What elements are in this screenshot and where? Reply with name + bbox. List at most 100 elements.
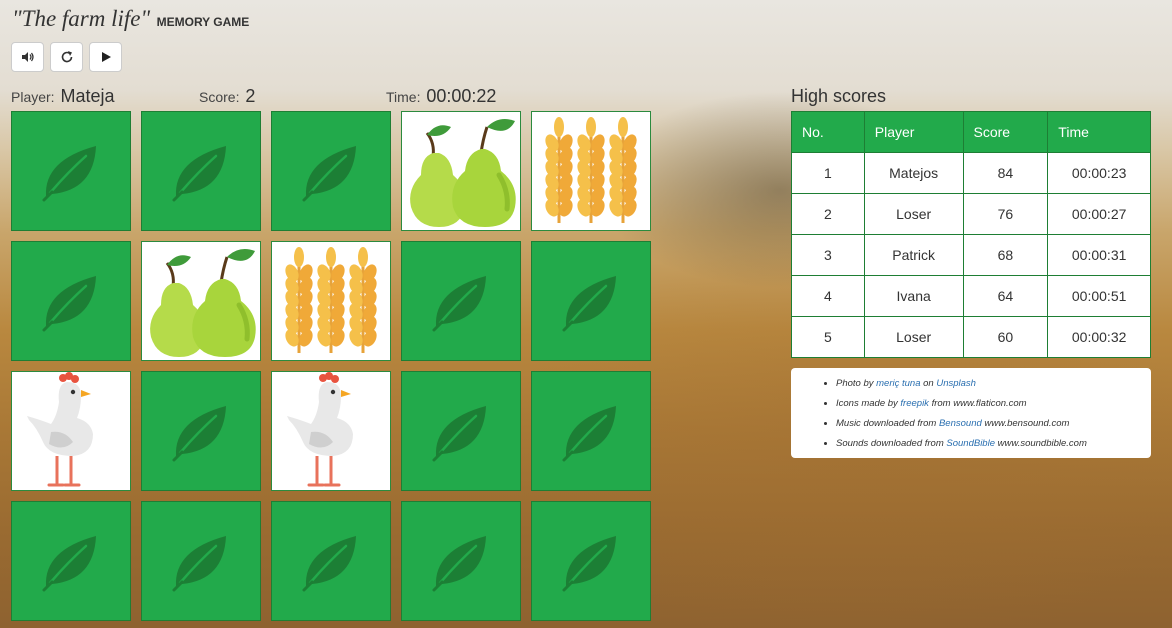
table-row: 3 Patrick 68 00:00:31 [791,234,1151,276]
time-label: Time: [386,89,421,105]
freepik-link[interactable]: freepik [900,398,929,409]
time-cell: 00:00:51 [1047,275,1151,317]
player-info: Player: Mateja [11,86,115,107]
credit-music: Music downloaded from Bensound www.benso… [836,416,1151,436]
credits-panel: Photo by meriç tuna on Unsplash Icons ma… [791,368,1151,458]
table-row: 2 Loser 76 00:00:27 [791,193,1151,235]
card-chicken[interactable] [11,371,131,491]
leaf-icon [38,528,104,594]
leaf-icon [38,268,104,334]
score-info: Score: 2 [199,86,255,107]
card-face-down[interactable] [141,501,261,621]
leaf-icon [168,398,234,464]
refresh-icon [61,51,72,63]
credit-text: www.bensound.com [981,418,1070,429]
play-button[interactable] [89,42,122,72]
player-cell: Ivana [863,275,964,317]
player-cell: Matejos [863,152,964,194]
leaf-icon [298,528,364,594]
card-face-down[interactable] [531,371,651,491]
time-cell: 00:00:27 [1047,193,1151,235]
player-cell: Loser [863,316,964,358]
column-header-no: No. [791,111,865,153]
credit-text: www.soundbible.com [995,438,1087,449]
leaf-icon [168,528,234,594]
chicken-icon [21,372,121,490]
unsplash-link[interactable]: Unsplash [936,378,976,389]
bensound-link[interactable]: Bensound [939,418,982,429]
rank-cell: 5 [791,316,865,358]
card-pears[interactable] [141,241,261,361]
card-face-down[interactable] [401,371,521,491]
column-header-time: Time [1047,111,1151,153]
card-wheat[interactable] [531,111,651,231]
time-cell: 00:00:31 [1047,234,1151,276]
card-face-down[interactable] [11,501,131,621]
play-icon [101,52,111,62]
score-label: Score: [199,89,240,105]
card-wheat[interactable] [271,241,391,361]
rank-cell: 2 [791,193,865,235]
card-face-down[interactable] [11,111,131,231]
score-cell: 84 [962,152,1049,194]
table-row: 4 Ivana 64 00:00:51 [791,275,1151,317]
wheat-icon [281,245,381,357]
card-face-down[interactable] [401,241,521,361]
rank-cell: 1 [791,152,865,194]
player-cell: Patrick [863,234,964,276]
soundbible-link[interactable]: SoundBible [946,438,995,449]
card-face-down[interactable] [401,501,521,621]
control-bar [11,42,122,72]
time-info: Time: 00:00:22 [386,86,496,107]
card-face-down[interactable] [141,371,261,491]
leaf-icon [428,398,494,464]
credit-text: on [920,378,937,389]
score-value: 2 [245,86,256,106]
card-face-down[interactable] [271,501,391,621]
score-cell: 76 [962,193,1049,235]
credit-icons: Icons made by freepik from www.flaticon.… [836,396,1151,416]
game-subtitle: MEMORY GAME [156,15,250,29]
leaf-icon [558,268,624,334]
leaf-icon [38,138,104,204]
pears-icon [403,113,519,229]
credit-sounds: Sounds downloaded from SoundBible www.so… [836,436,1151,456]
card-pears[interactable] [401,111,521,231]
game-board [11,111,651,621]
leaf-icon [168,138,234,204]
leaf-icon [298,138,364,204]
rank-cell: 3 [791,234,865,276]
page-title: "The farm life" MEMORY GAME [12,6,249,32]
player-cell: Loser [863,193,964,235]
wheat-icon [541,115,641,227]
table-header-row: No. Player Score Time [791,111,1151,153]
credit-text: Icons made by [836,398,901,409]
score-cell: 60 [962,316,1049,358]
high-scores-title: High scores [791,86,887,106]
leaf-icon [428,268,494,334]
card-face-down[interactable] [141,111,261,231]
pears-icon [143,243,259,359]
card-face-down[interactable] [531,241,651,361]
card-face-down[interactable] [271,111,391,231]
score-cell: 68 [962,234,1049,276]
leaf-icon [558,528,624,594]
credit-text: Music downloaded from [836,418,939,429]
restart-button[interactable] [50,42,83,72]
game-title: "The farm life" [12,6,151,31]
credit-text: Photo by [836,378,877,389]
speaker-icon [21,52,34,62]
credit-photo: Photo by meriç tuna on Unsplash [836,376,1151,396]
time-cell: 00:00:32 [1047,316,1151,358]
high-scores-table: No. Player Score Time 1 Matejos 84 00:00… [791,111,1151,358]
column-header-score: Score [962,111,1049,153]
credit-text: from www.flaticon.com [928,398,1027,409]
card-chicken[interactable] [271,371,391,491]
sound-button[interactable] [11,42,44,72]
card-face-down[interactable] [11,241,131,361]
photographer-link[interactable]: meriç tuna [876,378,920,389]
leaf-icon [558,398,624,464]
card-face-down[interactable] [531,501,651,621]
table-row: 5 Loser 60 00:00:32 [791,316,1151,358]
column-header-player: Player [863,111,964,153]
